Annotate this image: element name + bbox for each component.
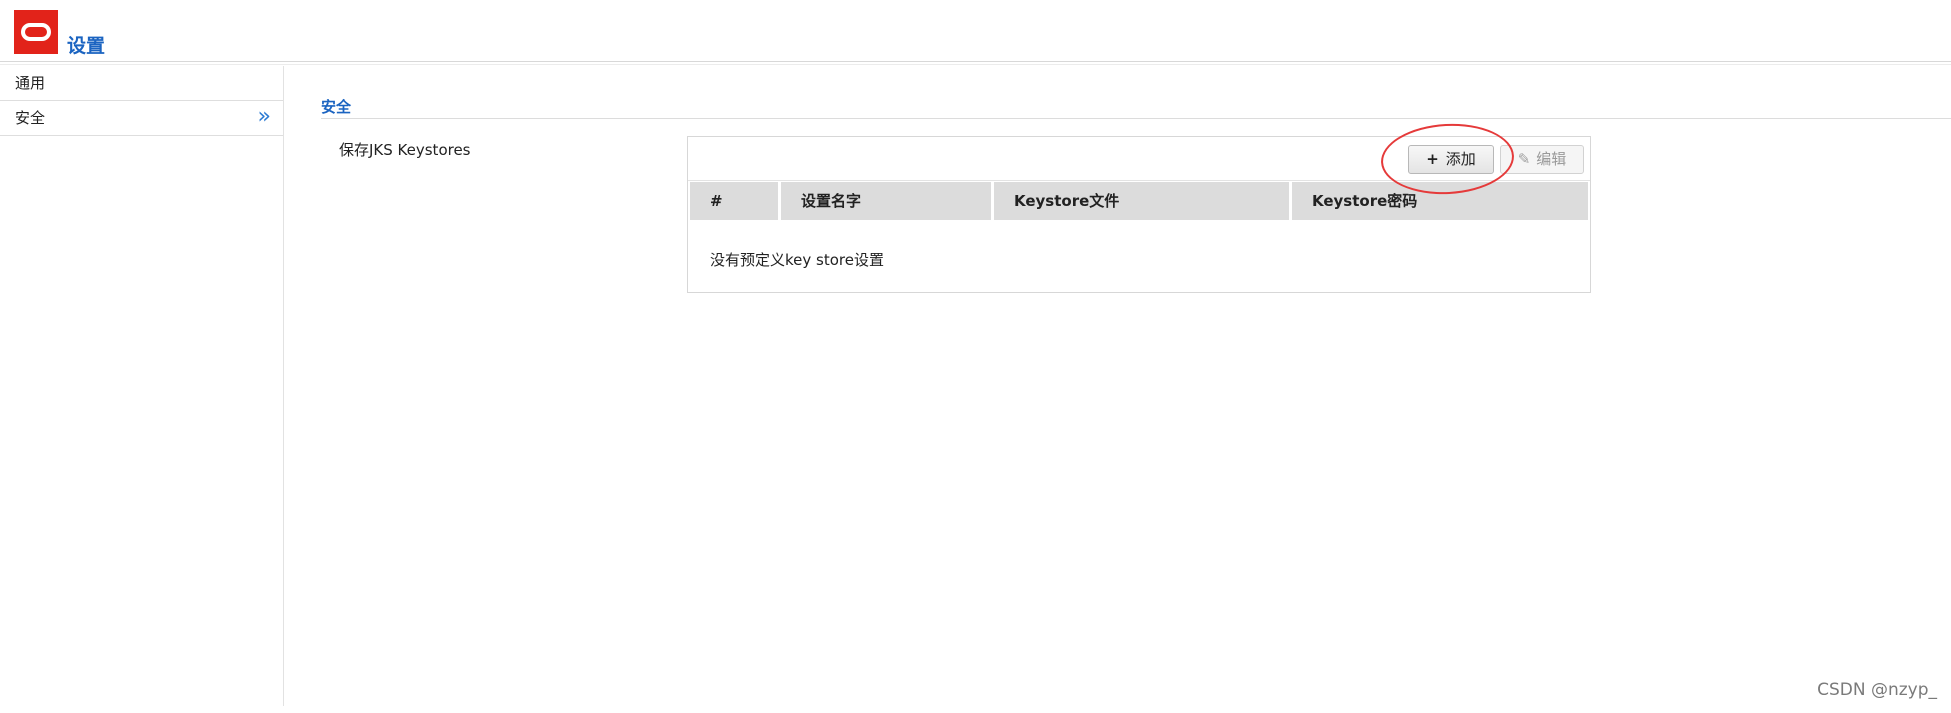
- add-button-label: 添加: [1445, 150, 1476, 168]
- section-title: 安全: [321, 98, 352, 116]
- pencil-icon: ✎: [1517, 150, 1531, 168]
- sidebar: 通用 安全 »: [0, 66, 284, 706]
- edit-button-label: 编辑: [1536, 150, 1567, 168]
- empty-table-message: 没有预定义key store设置: [710, 251, 884, 269]
- table-header: # 设置名字 Keystore文件 Keystore密码: [690, 182, 1588, 220]
- double-chevron-right-icon: »: [257, 104, 271, 129]
- edit-button[interactable]: ✎ 编辑: [1500, 145, 1584, 174]
- header-divider: [0, 64, 1951, 65]
- app-header: 设置: [0, 0, 1951, 62]
- add-button[interactable]: + 添加: [1408, 145, 1494, 174]
- section-divider: [321, 118, 1951, 119]
- sidebar-item-label: 通用: [15, 74, 46, 92]
- sidebar-item-security[interactable]: 安全 »: [0, 101, 283, 136]
- page-title: 设置: [67, 35, 106, 57]
- column-header-number[interactable]: #: [690, 182, 778, 220]
- keystore-toolbar: + 添加 ✎ 编辑: [688, 137, 1590, 181]
- keystore-panel: + 添加 ✎ 编辑 # 设置名字 Keystore文件 Keystore密码 没有预…: [687, 136, 1591, 293]
- sidebar-item-general[interactable]: 通用: [0, 66, 283, 101]
- column-header-setting-name[interactable]: 设置名字: [781, 182, 991, 220]
- watermark: CSDN @nzyp_: [1817, 680, 1937, 700]
- logo-ring: [21, 23, 51, 41]
- oracle-logo-icon: [14, 10, 58, 54]
- sidebar-item-label: 安全: [15, 109, 46, 127]
- plus-icon: +: [1426, 150, 1439, 168]
- jks-keystores-label: 保存JKS Keystores: [339, 141, 471, 159]
- main-content: 安全 保存JKS Keystores + 添加 ✎ 编辑 # 设置名字 Keysto…: [285, 66, 1951, 706]
- column-header-keystore-file[interactable]: Keystore文件: [994, 182, 1289, 220]
- column-header-keystore-password[interactable]: Keystore密码: [1292, 182, 1588, 220]
